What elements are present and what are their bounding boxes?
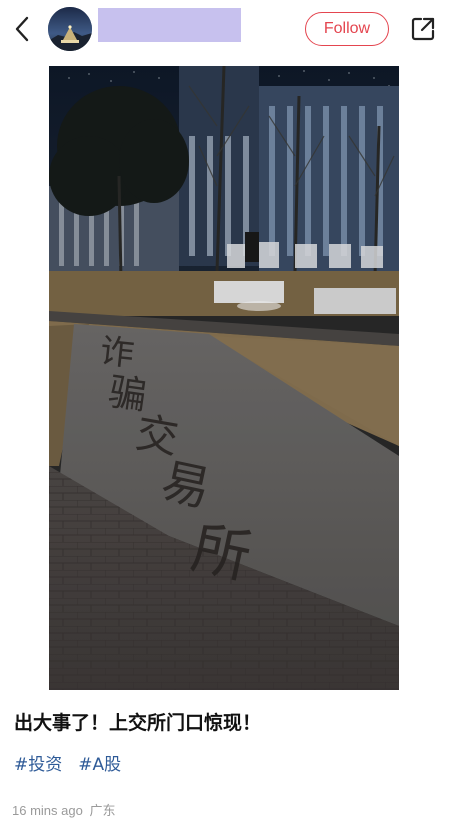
night-street-photo: 诈 骗 交 易 所 xyxy=(49,66,399,690)
post-location: 广东 xyxy=(89,803,116,818)
tag-investment[interactable]: #投资 xyxy=(14,750,62,775)
post-time: 16 mins ago xyxy=(12,803,83,818)
follow-label: Follow xyxy=(323,20,371,37)
post-title: 出大事了！上交所门口惊现！ xyxy=(14,712,262,734)
post-meta: 16 mins ago 广东 xyxy=(12,800,115,819)
post-photo[interactable]: 诈 骗 交 易 所 xyxy=(49,66,399,690)
chevron-left-icon xyxy=(15,16,29,42)
tag-a-shares[interactable]: #A股 xyxy=(78,750,121,775)
avatar-image xyxy=(48,7,92,51)
tag-list: #投资 #A股 xyxy=(14,750,121,775)
share-external-icon xyxy=(411,17,435,41)
follow-button[interactable]: Follow xyxy=(305,12,389,46)
back-button[interactable] xyxy=(10,14,34,44)
share-button[interactable] xyxy=(408,14,438,44)
avatar[interactable] xyxy=(48,7,92,51)
username-redacted xyxy=(98,8,241,42)
top-bar: Follow xyxy=(0,0,452,60)
